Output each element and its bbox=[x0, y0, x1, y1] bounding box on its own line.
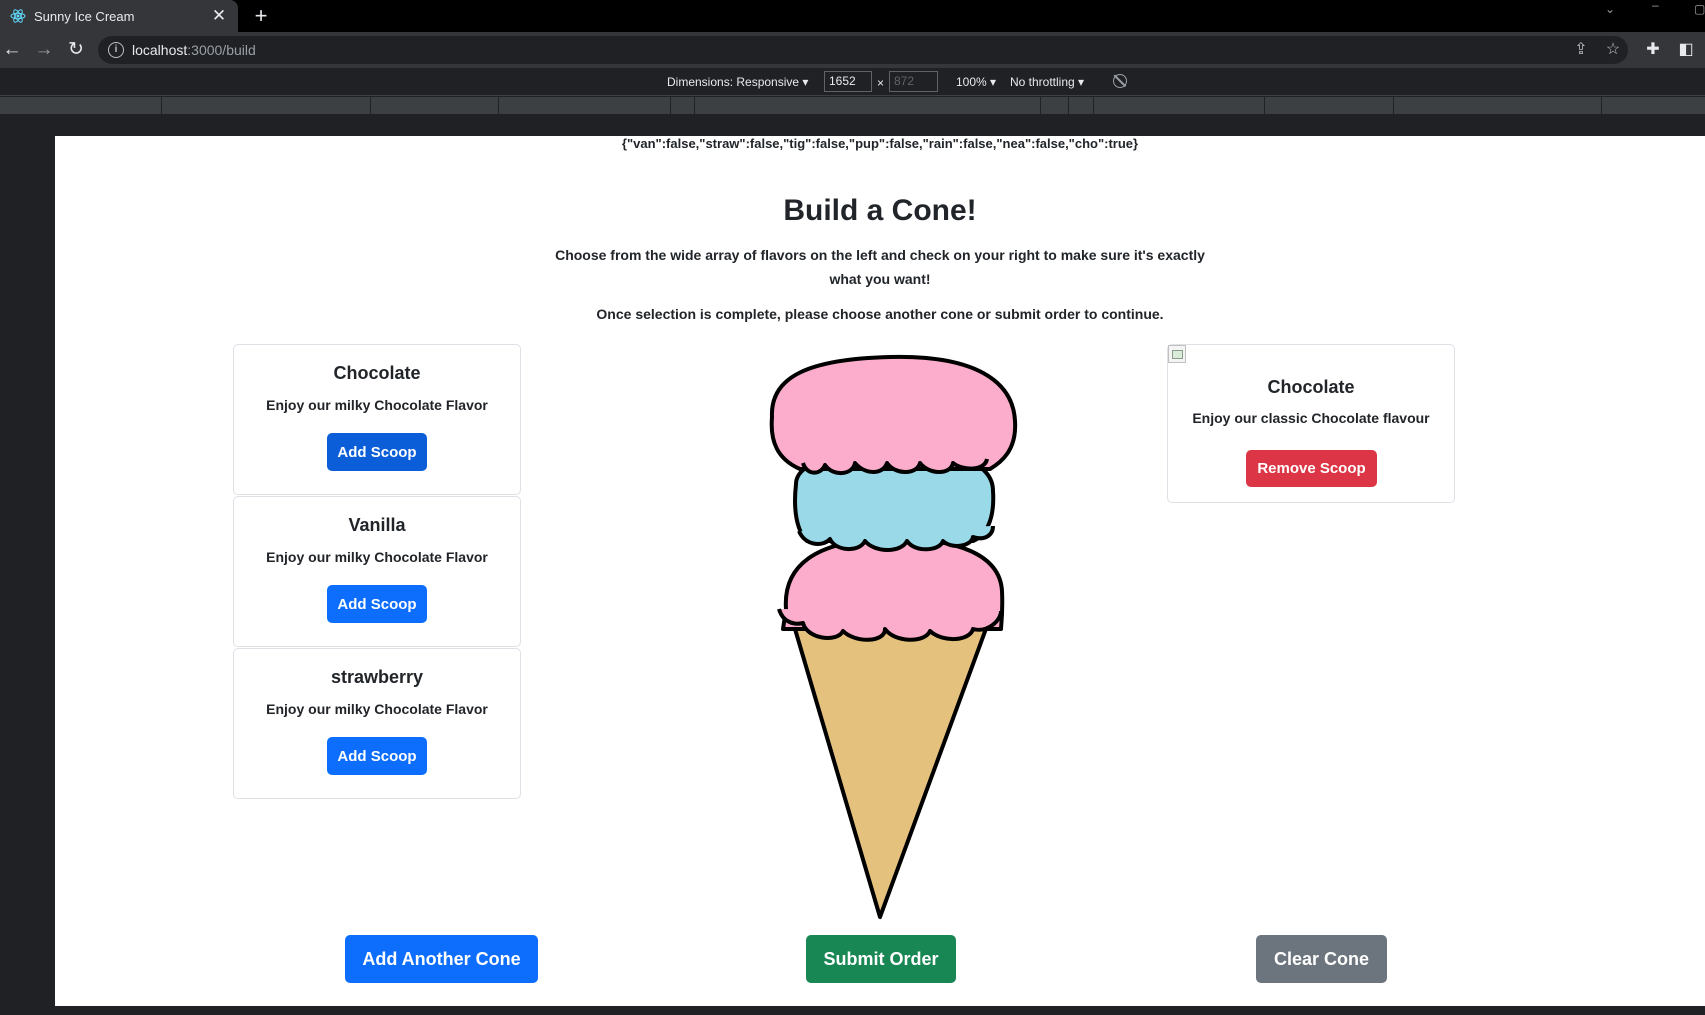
new-tab-icon[interactable]: + bbox=[250, 3, 272, 29]
width-input[interactable]: 1652 bbox=[824, 71, 872, 92]
flavor-card-vanilla: Vanilla Enjoy our milky Chocolate Flavor… bbox=[233, 496, 521, 647]
clear-cone-button[interactable]: Clear Cone bbox=[1256, 935, 1387, 983]
state-json-debug: {"van":false,"straw":false,"tig":false,"… bbox=[621, 136, 1139, 151]
times-sign: × bbox=[877, 76, 885, 90]
broken-image-icon bbox=[1168, 345, 1186, 363]
add-another-cone-button[interactable]: Add Another Cone bbox=[345, 935, 538, 983]
rotate-icon[interactable] bbox=[1113, 74, 1127, 88]
restore-icon[interactable]: ▢ bbox=[1694, 2, 1705, 16]
add-scoop-button[interactable]: Add Scoop bbox=[327, 585, 427, 623]
submit-order-button[interactable]: Submit Order bbox=[806, 935, 956, 983]
address-bar: ← → ↻ i localhost:3000/build ⇪ ☆ ✚ ◧ bbox=[0, 32, 1705, 68]
page-subtitle: Choose from the wide array of flavors on… bbox=[555, 247, 1205, 287]
dimensions-dropdown[interactable]: Dimensions: Responsive ▾ bbox=[667, 75, 808, 89]
minimize-icon[interactable]: – bbox=[1652, 0, 1659, 12]
flavor-name: strawberry bbox=[330, 667, 424, 687]
selected-scoop-card: Chocolate Enjoy our classic Chocolate fl… bbox=[1167, 344, 1455, 503]
forward-icon[interactable]: → bbox=[32, 38, 56, 62]
flavor-description: Enjoy our milky Chocolate Flavor bbox=[266, 549, 488, 565]
page-title: Build a Cone! bbox=[783, 194, 977, 227]
back-icon[interactable]: ← bbox=[0, 38, 24, 62]
height-input[interactable]: 872 bbox=[889, 71, 938, 92]
add-scoop-button[interactable]: Add Scoop bbox=[327, 737, 427, 775]
reload-icon[interactable]: ↻ bbox=[64, 38, 88, 62]
tab-search-icon[interactable]: ⌄ bbox=[1605, 2, 1615, 16]
star-icon[interactable]: ☆ bbox=[1603, 40, 1623, 60]
tab-title: Sunny Ice Cream bbox=[34, 8, 135, 24]
react-icon bbox=[10, 8, 26, 24]
close-tab-icon[interactable]: ✕ bbox=[208, 5, 230, 27]
media-query-ruler[interactable] bbox=[0, 97, 1705, 114]
page-instructions: Once selection is complete, please choos… bbox=[596, 306, 1164, 322]
sidepanel-icon[interactable]: ◧ bbox=[1674, 38, 1698, 62]
device-toolbar: Dimensions: Responsive ▾ 1652 × 872 100%… bbox=[0, 68, 1705, 96]
flavor-card-chocolate: Chocolate Enjoy our milky Chocolate Flav… bbox=[233, 344, 521, 495]
share-icon[interactable]: ⇪ bbox=[1571, 40, 1591, 60]
selected-flavor-name: Chocolate bbox=[1267, 377, 1355, 397]
cone-illustration bbox=[755, 351, 1035, 921]
site-info-icon[interactable]: i bbox=[108, 42, 124, 58]
zoom-dropdown[interactable]: 100% ▾ bbox=[956, 75, 996, 89]
flavor-card-strawberry: strawberry Enjoy our milky Chocolate Fla… bbox=[233, 648, 521, 799]
selected-flavor-description: Enjoy our classic Chocolate flavour bbox=[1192, 410, 1430, 426]
extensions-icon[interactable]: ✚ bbox=[1641, 38, 1665, 62]
remove-scoop-button[interactable]: Remove Scoop bbox=[1246, 450, 1377, 487]
ice-cream-cone-image bbox=[769, 354, 1018, 919]
url-text[interactable]: localhost:3000/build bbox=[132, 42, 256, 58]
add-scoop-button[interactable]: Add Scoop bbox=[327, 433, 427, 471]
flavor-description: Enjoy our milky Chocolate Flavor bbox=[266, 701, 488, 717]
flavor-name: Vanilla bbox=[348, 515, 406, 535]
flavor-description: Enjoy our milky Chocolate Flavor bbox=[266, 397, 488, 413]
flavor-name: Chocolate bbox=[333, 363, 421, 383]
page: {"van":false,"straw":false,"tig":false,"… bbox=[55, 136, 1705, 1006]
omnibox[interactable]: i localhost:3000/build ⇪ ☆ bbox=[98, 36, 1628, 64]
browser-tab[interactable]: Sunny Ice Cream ✕ bbox=[0, 0, 238, 32]
throttling-dropdown[interactable]: No throttling ▾ bbox=[1010, 75, 1084, 89]
tab-strip: Sunny Ice Cream ✕ + ⌄ – ▢ bbox=[0, 0, 1705, 32]
